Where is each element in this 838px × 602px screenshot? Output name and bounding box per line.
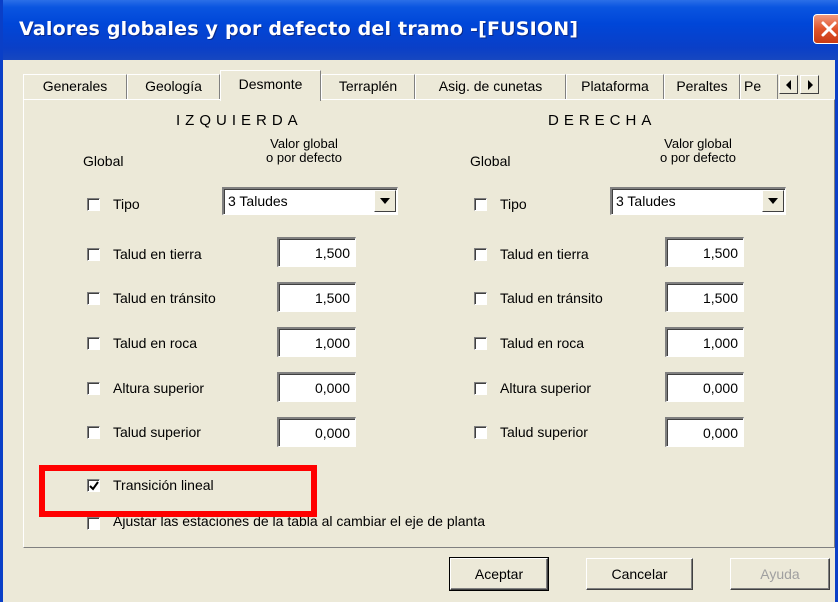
left-tipo-select[interactable]: 3 Taludes <box>222 187 398 215</box>
right-value-header: Valor global o por defecto <box>618 137 778 165</box>
left-talud-transito-label: Talud en tránsito <box>113 290 216 306</box>
help-button-label: Ayuda <box>760 566 800 582</box>
right-talud-superior-checkbox[interactable] <box>474 426 487 439</box>
right-talud-transito-checkbox[interactable] <box>474 292 487 305</box>
left-tipo-checkbox[interactable] <box>87 198 100 211</box>
tab-label: Plataforma <box>581 78 649 94</box>
tab-label: Terraplén <box>338 78 398 94</box>
ok-button[interactable]: Aceptar <box>449 557 549 591</box>
left-talud-roca-input[interactable]: 1,000 <box>277 327 356 357</box>
tab-terraplen[interactable]: Terraplén <box>321 74 415 100</box>
chevron-down-icon <box>380 198 390 204</box>
cancel-button-label: Cancelar <box>611 566 668 582</box>
right-tipo-value: 3 Taludes <box>616 193 676 209</box>
help-button[interactable]: Ayuda <box>730 558 830 590</box>
right-talud-roca-checkbox[interactable] <box>474 337 487 350</box>
tab-asig-cunetas[interactable]: Asig. de cunetas <box>415 74 566 100</box>
right-talud-transito-input[interactable]: 1,500 <box>665 282 744 312</box>
left-talud-tierra-input[interactable]: 1,500 <box>277 237 356 267</box>
left-altura-superior-input[interactable]: 0,000 <box>277 372 356 402</box>
left-value-header-line1: Valor global <box>270 136 338 151</box>
right-talud-tierra-input[interactable]: 1,500 <box>665 237 744 267</box>
left-talud-superior-label: Talud superior <box>113 424 201 440</box>
left-value-header: Valor global o por defecto <box>224 137 384 165</box>
tab-desmonte[interactable]: Desmonte <box>220 70 321 101</box>
tab-geologia[interactable]: Geología <box>127 74 220 100</box>
tab-scroll-left[interactable] <box>779 75 798 94</box>
tab-label: Geología <box>145 78 202 94</box>
tab-label: Desmonte <box>238 76 303 92</box>
right-talud-superior-input[interactable]: 0,000 <box>665 417 744 447</box>
left-talud-transito-input[interactable]: 1,500 <box>277 282 356 312</box>
left-tipo-label: Tipo <box>113 196 140 212</box>
title-bar[interactable]: Valores globales y por defecto del tramo… <box>3 0 838 60</box>
tab-strip: Generales Geología Desmonte Terraplén As… <box>23 70 838 101</box>
cancel-button[interactable]: Cancelar <box>586 558 693 590</box>
arrow-left-icon <box>786 80 791 90</box>
right-talud-roca-label: Talud en roca <box>500 335 585 351</box>
left-talud-transito-checkbox[interactable] <box>87 292 100 305</box>
right-talud-roca-input[interactable]: 1,000 <box>665 327 744 357</box>
ajustar-estaciones-checkbox[interactable] <box>87 517 100 530</box>
left-talud-roca-label: Talud en roca <box>113 335 198 351</box>
left-talud-roca-checkbox[interactable] <box>87 337 100 350</box>
dialog-window: Valores globales y por defecto del tramo… <box>0 0 838 602</box>
window-title: Valores globales y por defecto del tramo… <box>19 18 579 40</box>
right-talud-tierra-label: Talud en tierra <box>500 246 589 262</box>
left-value-header-line2: o por defecto <box>266 150 342 165</box>
right-tipo-checkbox[interactable] <box>474 198 487 211</box>
checkmark-icon <box>89 481 99 491</box>
tab-generales[interactable]: Generales <box>23 74 127 100</box>
tab-pe-partial[interactable]: Pe <box>740 74 778 100</box>
right-altura-superior-checkbox[interactable] <box>474 382 487 395</box>
tab-label: Peraltes <box>676 78 728 94</box>
right-tipo-dropdown-button[interactable] <box>762 190 784 212</box>
right-talud-superior-label: Talud superior <box>500 424 588 440</box>
right-global-label: Global <box>470 153 511 169</box>
left-talud-superior-input[interactable]: 0,000 <box>277 417 356 447</box>
chevron-down-icon <box>768 198 778 204</box>
transicion-lineal-checkbox[interactable] <box>87 479 100 492</box>
ok-button-label: Aceptar <box>474 566 524 582</box>
arrow-right-icon <box>808 80 813 90</box>
close-icon <box>821 21 837 37</box>
right-talud-tierra-checkbox[interactable] <box>474 248 487 261</box>
right-value-header-line2: o por defecto <box>660 150 736 165</box>
left-altura-superior-checkbox[interactable] <box>87 382 100 395</box>
left-tipo-value: 3 Taludes <box>228 193 288 209</box>
left-global-label: Global <box>83 153 124 169</box>
tab-label: Generales <box>42 78 108 94</box>
right-talud-transito-label: Talud en tránsito <box>500 290 603 306</box>
transicion-lineal-label: Transición lineal <box>113 477 214 493</box>
tab-scroll-right[interactable] <box>800 75 819 94</box>
tab-peraltes[interactable]: Peraltes <box>664 74 740 100</box>
right-altura-superior-label: Altura superior <box>500 380 592 396</box>
left-talud-tierra-label: Talud en tierra <box>113 246 202 262</box>
right-heading: DERECHA <box>548 112 657 129</box>
left-talud-tierra-checkbox[interactable] <box>87 248 100 261</box>
left-heading: IZQUIERDA <box>176 112 303 129</box>
tab-label: Pe <box>744 78 762 94</box>
left-altura-superior-label: Altura superior <box>113 380 205 396</box>
right-altura-superior-input[interactable]: 0,000 <box>665 372 744 402</box>
left-talud-superior-checkbox[interactable] <box>87 426 100 439</box>
right-tipo-select[interactable]: 3 Taludes <box>610 187 786 215</box>
tab-label: Asig. de cunetas <box>438 78 543 94</box>
ajustar-estaciones-label: Ajustar las estaciones de la tabla al ca… <box>113 513 485 529</box>
close-button[interactable] <box>813 14 838 44</box>
right-value-header-line1: Valor global <box>664 136 732 151</box>
left-tipo-dropdown-button[interactable] <box>374 190 396 212</box>
tab-plataforma[interactable]: Plataforma <box>566 74 664 100</box>
right-tipo-label: Tipo <box>500 196 527 212</box>
